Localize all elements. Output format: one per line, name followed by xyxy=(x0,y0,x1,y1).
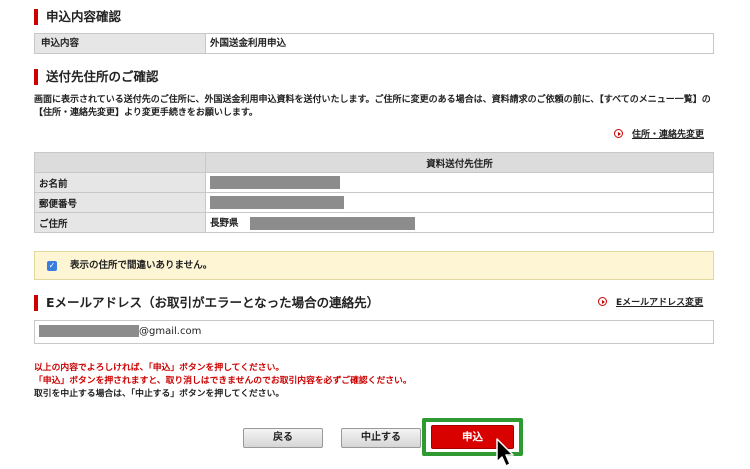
confirm-label[interactable]: 表示の住所で間違いありません。 xyxy=(70,259,212,273)
redacted-address xyxy=(249,217,415,230)
address-value: 長野県 xyxy=(205,212,714,233)
prefecture-text: 長野県 xyxy=(210,218,239,229)
address-description: 画面に表示されている送付先のご住所に、外国送金利用申込資料を送付いたします。ご住… xyxy=(34,95,711,118)
arrow-circle-icon xyxy=(598,297,607,306)
back-button[interactable]: 戻る xyxy=(243,428,323,448)
table-row: お名前 xyxy=(34,172,714,193)
confirm-box: ✓ 表示の住所で間違いありません。 xyxy=(34,251,714,280)
arrow-circle-icon xyxy=(614,129,623,138)
postal-label: 郵便番号 xyxy=(34,192,206,213)
email-change-link-label: Eメールアドレス変更 xyxy=(616,298,704,308)
table-header-row: 資料送付先住所 xyxy=(34,152,714,173)
table-header-empty xyxy=(34,152,206,173)
cancel-button[interactable]: 中止する xyxy=(341,428,421,448)
notice-line-1: 以上の内容でよろしければ、「申込」ボタンを押してください。 xyxy=(34,363,285,373)
application-heading: 申込内容確認 xyxy=(34,9,121,25)
name-value xyxy=(205,172,714,193)
address-table: 資料送付先住所 お名前 郵便番号 ご住所 長野県 xyxy=(34,152,714,233)
address-change-link-label: 住所・連絡先変更 xyxy=(632,130,705,140)
notice-line-2: 「申込」ボタンを押されますと、取り消しはできませんのでお取引内容を必ずご確認くだ… xyxy=(34,376,412,386)
redacted-name xyxy=(210,176,340,189)
email-heading: Eメールアドレス（お取引がエラーとなった場合の連絡先） xyxy=(34,295,379,311)
notice-line-3: 取引を中止する場合は、「中止する」ボタンを押してください。 xyxy=(34,389,285,399)
redacted-email-user xyxy=(39,325,139,337)
email-domain: @gmail.com xyxy=(139,326,202,337)
table-column-header: 資料送付先住所 xyxy=(205,152,714,173)
name-label: お名前 xyxy=(34,172,206,193)
application-row: 申込内容 外国送金利用申込 xyxy=(34,33,714,54)
mouse-cursor-icon xyxy=(496,438,514,467)
address-change-link[interactable]: 住所・連絡先変更 xyxy=(614,129,704,141)
application-value: 外国送金利用申込 xyxy=(210,38,287,49)
email-box: @gmail.com xyxy=(34,320,714,344)
address-label: ご住所 xyxy=(34,212,206,233)
confirm-checkbox[interactable]: ✓ xyxy=(47,261,57,271)
table-row: ご住所 長野県 xyxy=(34,212,714,233)
email-value: @gmail.com xyxy=(39,325,201,339)
redacted-postal xyxy=(210,196,344,209)
table-row: 郵便番号 xyxy=(34,192,714,213)
address-heading: 送付先住所のご確認 xyxy=(34,69,159,85)
application-label: 申込内容 xyxy=(35,34,206,53)
email-change-link[interactable]: Eメールアドレス変更 xyxy=(598,297,703,309)
postal-value xyxy=(205,192,714,213)
